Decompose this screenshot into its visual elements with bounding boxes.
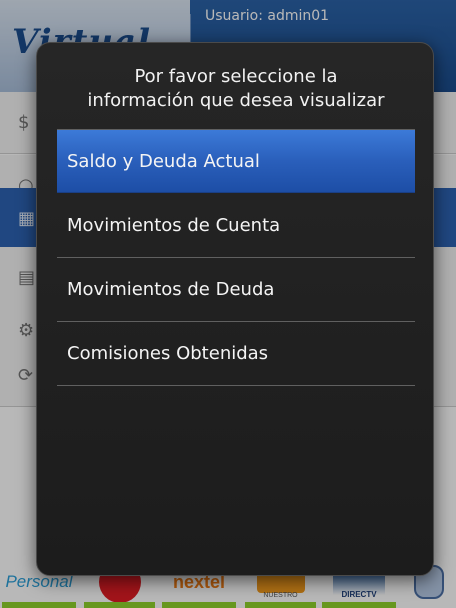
option-saldo-deuda[interactable]: Saldo y Deuda Actual — [57, 129, 415, 193]
option-label: Movimientos de Deuda — [67, 279, 275, 300]
option-movimientos-cuenta[interactable]: Movimientos de Cuenta — [57, 194, 415, 258]
dialog-title: Por favor seleccione la información que … — [37, 65, 435, 113]
option-label: Comisiones Obtenidas — [67, 343, 269, 364]
dialog-title-line1: Por favor seleccione la — [134, 66, 338, 87]
selection-dialog: Por favor seleccione la información que … — [36, 42, 434, 576]
option-label: Movimientos de Cuenta — [67, 215, 281, 236]
option-comisiones[interactable]: Comisiones Obtenidas — [57, 322, 415, 386]
option-label: Saldo y Deuda Actual — [67, 150, 260, 172]
option-movimientos-deuda[interactable]: Movimientos de Deuda — [57, 258, 415, 322]
dialog-title-line2: información que desea visualizar — [87, 90, 385, 111]
